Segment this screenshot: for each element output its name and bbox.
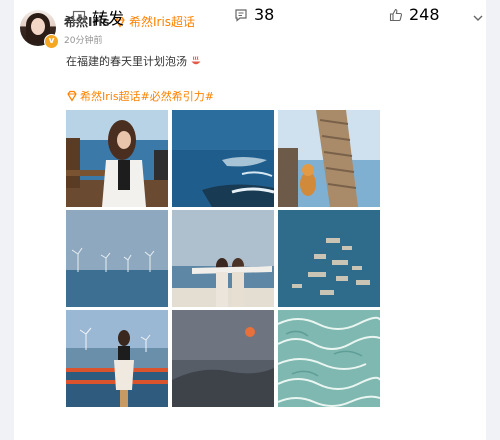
repost-icon	[72, 10, 86, 24]
photo-girl-red-railing-turbines[interactable]	[66, 310, 168, 407]
photo-palm-trunk-cat[interactable]	[278, 110, 380, 207]
comment-button[interactable]: 38	[234, 5, 274, 24]
like-count: 248	[409, 5, 440, 24]
thumbs-up-icon	[389, 8, 403, 21]
repost-label: 转发	[92, 9, 125, 28]
super-topic-label: 希然Iris超话	[129, 15, 196, 29]
photo-grid	[66, 110, 380, 408]
comment-icon	[235, 8, 247, 22]
photo-girl-on-bench-by-sea[interactable]	[66, 110, 168, 207]
repost-button[interactable]: 转发	[72, 5, 124, 29]
topic-text: 希然Iris超话#必然希引力#	[80, 90, 214, 103]
photo-wind-turbines-sea[interactable]	[66, 210, 168, 307]
weibo-post-card: v 希然Iris 希然Iris超话 20分钟前 在福建的春天里计划泡汤 希然Ir…	[14, 0, 486, 440]
topic-links[interactable]: 希然Iris超话#必然希引力#	[66, 88, 214, 104]
photo-sunset-hill-haze[interactable]	[172, 310, 274, 407]
chevron-down-icon[interactable]	[472, 12, 484, 24]
photo-water-caustics[interactable]	[278, 310, 380, 407]
post-text-line: 在福建的春天里计划泡汤	[66, 53, 202, 69]
photo-ocean-rocks[interactable]	[172, 110, 274, 207]
photo-two-girls-arms-open[interactable]	[172, 210, 274, 307]
gem-icon	[67, 90, 77, 102]
comment-count: 38	[254, 5, 275, 24]
super-topic-link[interactable]: 希然Iris超话	[114, 13, 195, 30]
verified-badge-icon: v	[44, 34, 59, 49]
post-time[interactable]: 20分钟前	[64, 33, 102, 46]
photo-fish-farm-aerial[interactable]	[278, 210, 380, 307]
hot-spring-emoji-icon	[191, 56, 201, 65]
post-text: 在福建的春天里计划泡汤	[66, 55, 187, 68]
like-button[interactable]: 248	[389, 5, 440, 24]
